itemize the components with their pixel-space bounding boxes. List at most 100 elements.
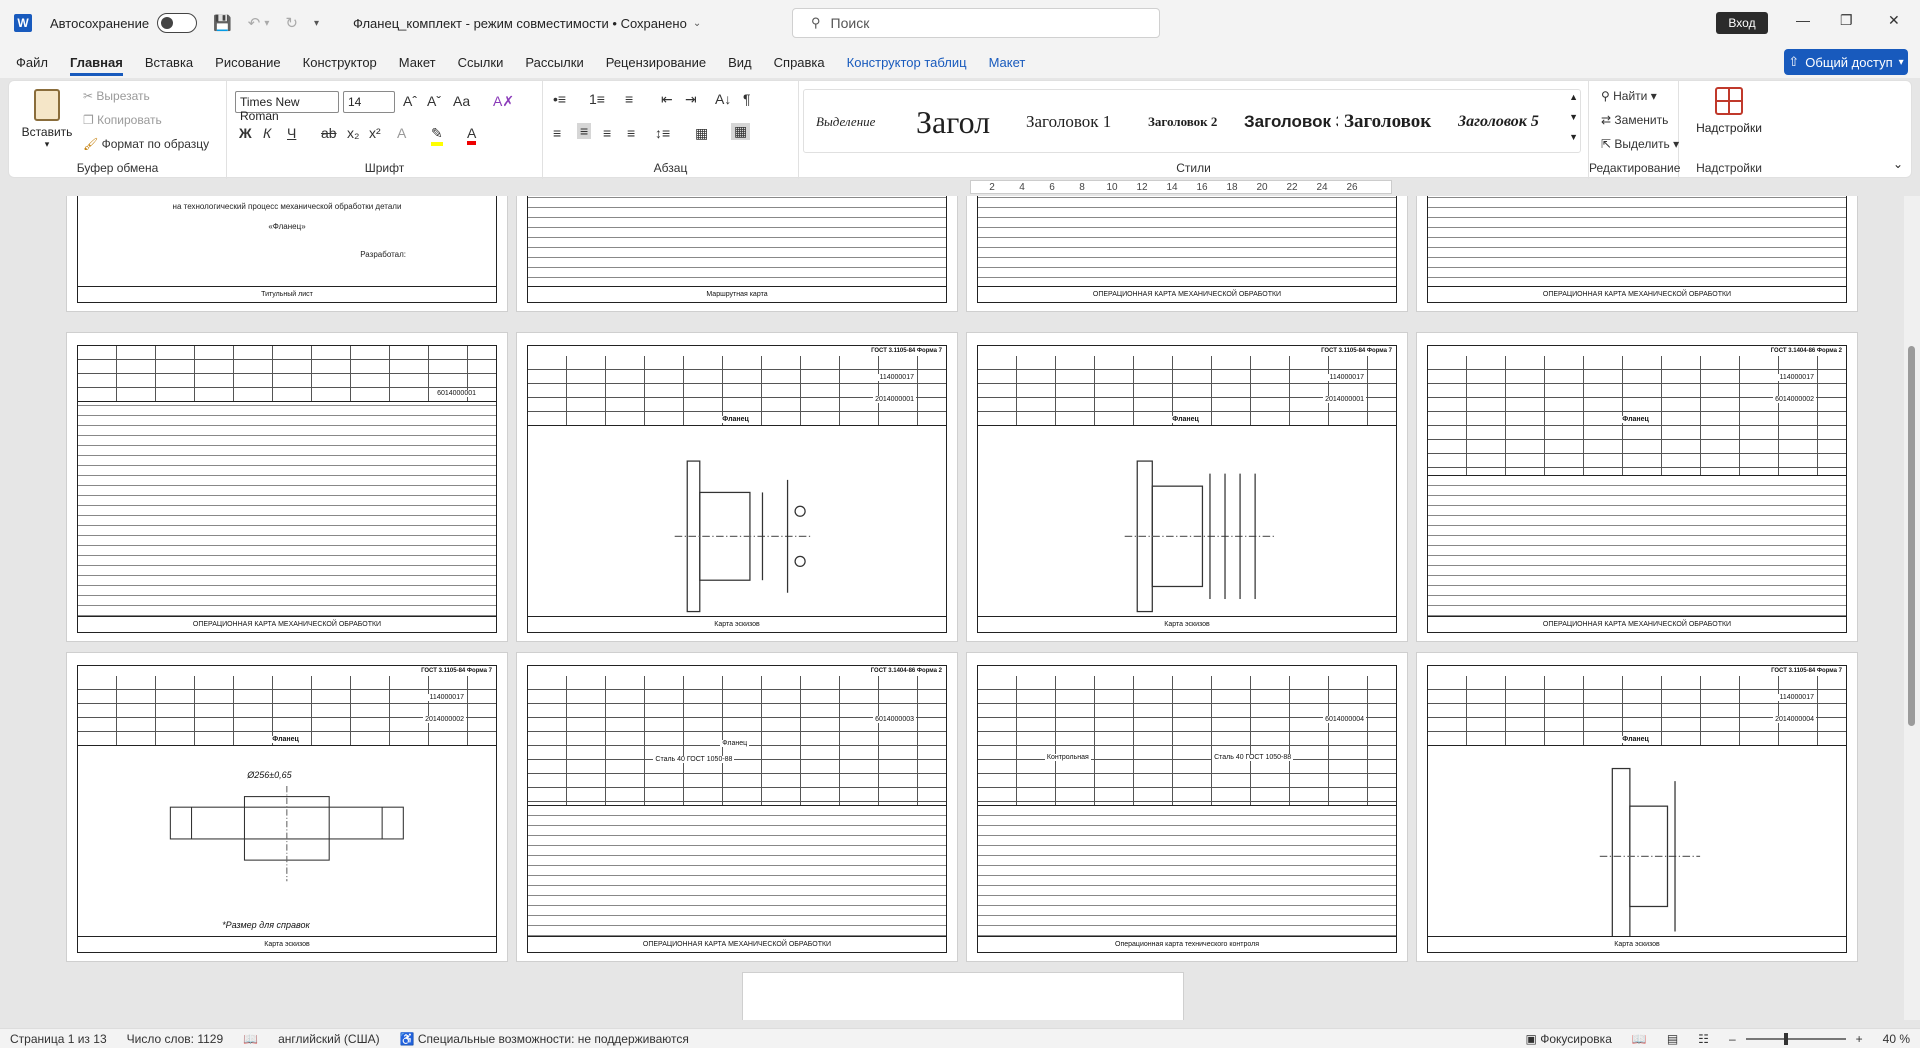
collapse-ribbon-icon[interactable]: ⌄ — [1893, 157, 1903, 171]
web-layout-icon[interactable]: ☷ — [1698, 1032, 1709, 1046]
page-operation-card[interactable]: ОПЕРАЦИОННАЯ КАРТА МЕХАНИЧЕСКОЙ ОБРАБОТК… — [966, 196, 1408, 312]
bullets-icon[interactable]: •≡ — [553, 91, 566, 107]
tab-review[interactable]: Рецензирование — [606, 49, 706, 76]
zoom-level[interactable]: 40 % — [1883, 1032, 1910, 1046]
print-layout-icon[interactable]: ▤ — [1667, 1032, 1678, 1046]
zoom-slider-thumb[interactable] — [1783, 1032, 1788, 1045]
subscript-icon[interactable]: x₂ — [347, 125, 359, 141]
justify-icon[interactable]: ≡ — [627, 125, 635, 141]
sign-in-button[interactable]: Вход — [1716, 12, 1768, 34]
style-heading-3[interactable]: Заголовок 3 — [1244, 90, 1338, 154]
customize-qat-icon[interactable]: ▾ — [314, 18, 319, 29]
style-heading[interactable]: Заголовок — [1344, 90, 1450, 154]
search-input[interactable]: ⚲ Поиск — [792, 8, 1160, 38]
page-operation-card[interactable]: ОПЕРАЦИОННАЯ КАРТА МЕХАНИЧЕСКОЙ ОБРАБОТК… — [1416, 196, 1858, 312]
decrease-indent-icon[interactable]: ⇤ — [661, 91, 673, 108]
restore-icon[interactable]: ❐ — [1840, 12, 1853, 29]
increase-indent-icon[interactable]: ⇥ — [685, 91, 697, 108]
tab-help[interactable]: Справка — [774, 49, 825, 76]
focus-mode-button[interactable]: ▣ Фокусировка — [1526, 1032, 1612, 1046]
tab-table-layout[interactable]: Макет — [989, 49, 1026, 76]
numbering-icon[interactable]: 1≡ — [589, 91, 605, 107]
scrollbar-thumb[interactable] — [1908, 346, 1915, 726]
strikethrough-icon[interactable]: ab — [321, 125, 337, 141]
redo-icon[interactable]: ↻ — [285, 14, 298, 32]
page-sketch-card[interactable]: ГОСТ 3.1105-84 Форма 7 114000017 2014000… — [66, 652, 508, 962]
word-count[interactable]: Число слов: 1129 — [127, 1032, 224, 1046]
select-button[interactable]: ⇱ Выделить ▾ — [1601, 137, 1679, 151]
addins-button[interactable]: Надстройки — [1689, 87, 1769, 135]
save-icon[interactable]: 💾 — [213, 14, 232, 32]
autosave-toggle[interactable] — [157, 13, 198, 33]
page-operation-card[interactable]: 6014000001 ОПЕРАЦИОННАЯ КАРТА МЕХАНИЧЕСК… — [66, 332, 508, 642]
align-center-icon[interactable]: ≡ — [577, 123, 592, 139]
style-emphasis[interactable]: Выделение — [816, 90, 916, 154]
tab-mailings[interactable]: Рассылки — [525, 49, 583, 76]
borders-icon[interactable]: ▦ — [731, 123, 751, 140]
zoom-in-icon[interactable]: + — [1856, 1032, 1863, 1046]
tab-table-design[interactable]: Конструктор таблиц — [847, 49, 967, 76]
replace-button[interactable]: ⇄ Заменить — [1601, 113, 1668, 127]
page-inspection-card[interactable]: 6014000004 Контрольная Сталь 40 ГОСТ 105… — [966, 652, 1408, 962]
style-heading-1[interactable]: Заголовок 1 — [1026, 90, 1136, 154]
gallery-scroll-up-icon[interactable]: ▲ — [1569, 92, 1578, 102]
horizontal-ruler[interactable]: 2 4 6 8 10 12 14 16 18 20 22 24 26 — [970, 180, 1392, 194]
superscript-icon[interactable]: x² — [369, 125, 381, 141]
shrink-font-icon[interactable]: Aˇ — [427, 93, 441, 109]
vertical-scrollbar[interactable] — [1904, 196, 1920, 1020]
document-canvas[interactable]: на технологический процесс механической … — [0, 196, 1904, 1020]
tab-layout[interactable]: Макет — [399, 49, 436, 76]
share-button[interactable]: ⇧ Общий доступ ▾ — [1784, 49, 1908, 75]
clear-formatting-icon[interactable]: A✗ — [493, 93, 514, 110]
proofing-icon[interactable]: 📖 — [243, 1032, 258, 1046]
zoom-slider[interactable] — [1745, 1032, 1846, 1045]
pilcrow-icon[interactable]: ¶ — [743, 91, 751, 107]
format-painter-button[interactable]: 🖌 Формат по образцу — [83, 137, 209, 151]
style-title[interactable]: Загол — [916, 90, 1014, 154]
tab-references[interactable]: Ссылки — [458, 49, 504, 76]
tab-insert[interactable]: Вставка — [145, 49, 193, 76]
line-spacing-icon[interactable]: ↕≡ — [655, 125, 670, 141]
tab-design[interactable]: Конструктор — [303, 49, 377, 76]
page-next[interactable] — [742, 972, 1184, 1020]
read-mode-icon[interactable]: 📖 — [1632, 1032, 1647, 1046]
text-effects-icon[interactable]: A — [397, 125, 406, 141]
italic-icon[interactable]: К — [263, 125, 271, 141]
tab-home[interactable]: Главная — [69, 49, 123, 76]
close-icon[interactable]: ✕ — [1888, 12, 1900, 29]
copy-button[interactable]: ❐ Копировать — [83, 113, 162, 127]
tab-draw[interactable]: Рисование — [215, 49, 280, 76]
multilevel-list-icon[interactable]: ≡ — [625, 91, 633, 107]
highlight-icon[interactable]: ✎ — [431, 125, 443, 146]
align-right-icon[interactable]: ≡ — [603, 125, 611, 141]
font-name-select[interactable]: Times New Roman — [235, 91, 339, 123]
change-case-icon[interactable]: Aa — [453, 93, 470, 109]
bold-icon[interactable]: Ж — [239, 125, 252, 141]
page-operation-card[interactable]: ГОСТ 3.1404-86 Форма 2 6014000003 Фланец… — [516, 652, 958, 962]
underline-icon[interactable]: Ч — [287, 125, 296, 141]
find-button[interactable]: ⚲ Найти ▾ — [1601, 89, 1657, 103]
tab-file[interactable]: Файл — [16, 49, 48, 76]
gallery-scroll-down-icon[interactable]: ▼ — [1569, 112, 1578, 122]
undo-icon[interactable]: ↶ — [248, 14, 261, 32]
document-title[interactable]: Фланец_комплект - режим совместимости • … — [353, 16, 687, 31]
font-color-icon[interactable]: A — [467, 125, 477, 145]
grow-font-icon[interactable]: Aˆ — [403, 93, 417, 109]
tab-view[interactable]: Вид — [728, 49, 752, 76]
chevron-down-icon[interactable]: ⌄ — [693, 18, 701, 29]
page-title-sheet[interactable]: на технологический процесс механической … — [66, 196, 508, 312]
paste-button[interactable]: Вставить ▾ — [19, 87, 75, 157]
page-sketch-card[interactable]: ГОСТ 3.1105-84 Форма 7 114000017 2014000… — [1416, 652, 1858, 962]
page-route-card[interactable]: Маршрутная карта — [516, 196, 958, 312]
page-count[interactable]: Страница 1 из 13 — [10, 1032, 107, 1046]
language-indicator[interactable]: английский (США) — [278, 1032, 379, 1046]
gallery-more-icon[interactable]: ▼ — [1569, 132, 1578, 142]
style-heading-5[interactable]: Заголовок 5 — [1458, 90, 1562, 154]
cut-button[interactable]: ✂ Вырезать — [83, 89, 150, 103]
align-left-icon[interactable]: ≡ — [553, 125, 561, 141]
chevron-down-icon[interactable]: ▾ — [264, 18, 269, 29]
page-sketch-card[interactable]: ГОСТ 3.1105-84 Форма 7 114000017 2014000… — [966, 332, 1408, 642]
page-operation-card[interactable]: ГОСТ 3.1404-86 Форма 2 114000017 6014000… — [1416, 332, 1858, 642]
zoom-out-icon[interactable]: – — [1729, 1032, 1736, 1046]
font-size-select[interactable]: 14 — [343, 91, 395, 113]
